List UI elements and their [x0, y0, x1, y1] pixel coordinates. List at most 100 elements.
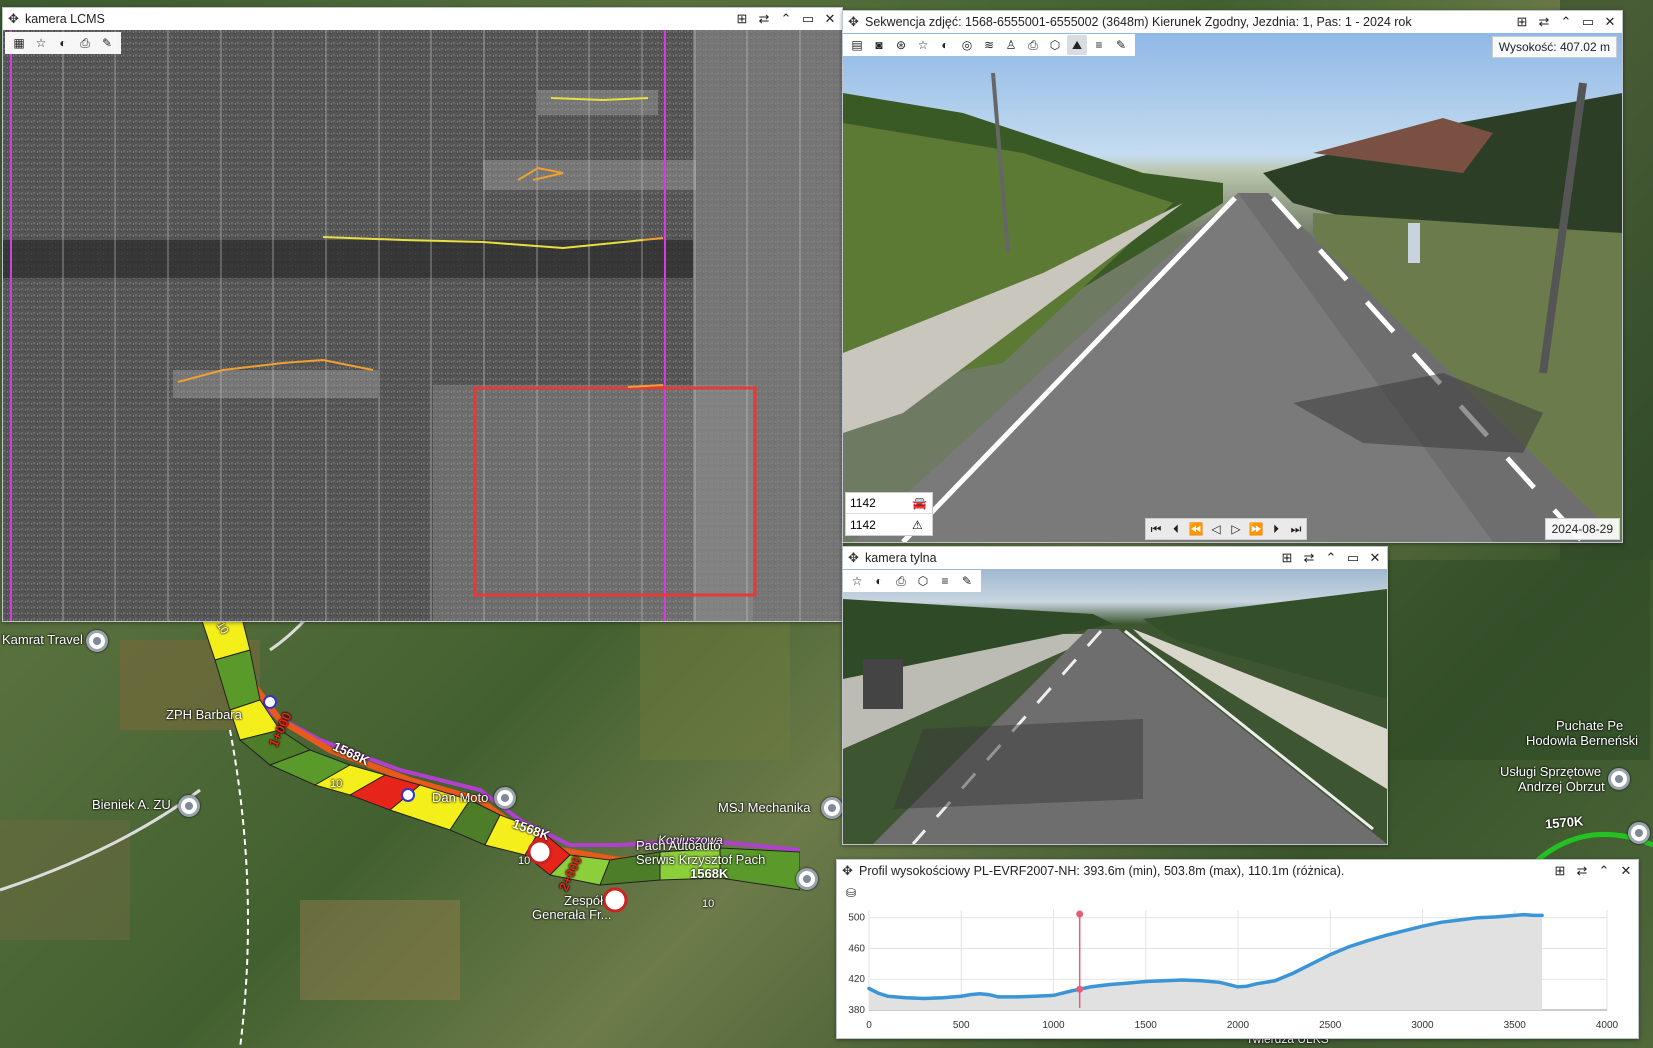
elevation-point — [1227, 983, 1231, 987]
x-tick-label: 3000 — [1411, 1020, 1434, 1031]
collapse-button[interactable]: ⌃ — [1594, 861, 1614, 881]
elevation-point — [941, 996, 945, 1000]
grid-layout-button[interactable]: ⊞ — [1550, 861, 1570, 881]
frame-number-a[interactable]: 1142 — [846, 496, 912, 510]
layers-icon[interactable]: ≋ — [979, 35, 999, 55]
elevation-point — [1144, 979, 1148, 984]
elevation-point — [1245, 984, 1249, 988]
rear-camera-panel: ✥ kamera tylna ⊞ ⇄ ⌃ ▭ ✕ ☆ ◐ ⎙ ⬡ ≡ ✎ — [842, 546, 1388, 845]
elevation-point — [1051, 993, 1056, 997]
elevation-point — [1033, 994, 1037, 998]
sync-button[interactable]: ⇄ — [1572, 861, 1592, 881]
sync-button[interactable]: ⇄ — [754, 9, 774, 29]
compass-icon[interactable]: ⊛ — [891, 35, 911, 55]
elevation-point — [1070, 989, 1074, 993]
lcms-title-bar[interactable]: ✥ kamera LCMS ⊞ ⇄ ⌃ ▭ ✕ — [3, 8, 842, 30]
first-icon[interactable]: ⏮ — [1146, 519, 1166, 539]
database-icon[interactable]: ⛁ — [841, 883, 861, 903]
close-button[interactable]: ✕ — [1365, 548, 1385, 568]
move-handle-icon[interactable]: ✥ — [848, 11, 859, 33]
close-button[interactable]: ✕ — [820, 9, 840, 29]
elevation-point — [1310, 962, 1314, 966]
print-icon[interactable]: ⎙ — [1023, 35, 1043, 55]
collapse-button[interactable]: ⌃ — [1321, 548, 1341, 568]
fast-forward-icon[interactable]: ⏩ — [1246, 519, 1266, 539]
move-handle-icon[interactable]: ✥ — [842, 860, 853, 882]
close-button[interactable]: ✕ — [1600, 12, 1620, 32]
road-icon[interactable]: ≡ — [935, 571, 955, 591]
print-icon[interactable]: ⎙ — [891, 571, 911, 591]
grid-layout-button[interactable]: ⊞ — [732, 9, 752, 29]
sync-button[interactable]: ⇄ — [1534, 12, 1554, 32]
elevation-point — [978, 992, 982, 996]
sync-button[interactable]: ⇄ — [1299, 548, 1319, 568]
profile-chart-icon[interactable]: ⛰ — [1067, 35, 1087, 55]
move-handle-icon[interactable]: ✥ — [848, 547, 859, 569]
profile-toolbar: ⛁ — [837, 882, 1638, 904]
map-pin[interactable] — [796, 868, 818, 890]
map-pin[interactable] — [1628, 822, 1650, 844]
capture-date: 2024-08-29 — [1544, 518, 1620, 540]
last-icon[interactable]: ⏭ — [1286, 519, 1306, 539]
camera-icon[interactable]: ◙ — [869, 35, 889, 55]
cube-icon[interactable]: ⬡ — [1045, 35, 1065, 55]
contrast-icon[interactable]: ◐ — [935, 35, 955, 55]
grid-layout-button[interactable]: ⊞ — [1277, 548, 1297, 568]
elevation-point — [876, 991, 880, 995]
ruler-icon[interactable]: ✎ — [957, 571, 977, 591]
contrast-icon[interactable]: ◐ — [869, 571, 889, 591]
person-icon[interactable]: ♙ — [1001, 35, 1021, 55]
prev-frame-icon[interactable]: ⏴ — [1166, 519, 1186, 539]
y-tick-label: 380 — [848, 1005, 865, 1016]
map-pin[interactable] — [178, 795, 200, 817]
map-pin[interactable] — [86, 630, 108, 652]
lcms-camera-panel: ✥ kamera LCMS ⊞ ⇄ ⌃ ▭ ✕ ▦ ☆ ◐ ⎙ ✎ — [2, 7, 843, 622]
lcms-image[interactable]: ▦ ☆ ◐ ⎙ ✎ — [3, 30, 842, 621]
rear-camera-image[interactable] — [843, 569, 1387, 844]
map-label-zespol: Zespół — [564, 893, 604, 908]
print-icon[interactable]: ⎙ — [75, 33, 95, 53]
grid-icon[interactable]: ▦ — [9, 33, 29, 53]
play-back-icon[interactable]: ◁ — [1206, 519, 1226, 539]
warning-icon[interactable]: ⚠ — [912, 518, 923, 532]
map-pin[interactable] — [1608, 768, 1630, 790]
next-frame-icon[interactable]: ⏵ — [1266, 519, 1286, 539]
road-icon[interactable]: ≡ — [1089, 35, 1109, 55]
cube-icon[interactable]: ⬡ — [913, 571, 933, 591]
elevation-point — [1347, 945, 1351, 949]
playback-controls: ⏮ ⏴ ⏪ ◁ ▷ ⏩ ⏵ ⏭ — [1145, 518, 1307, 540]
star-icon[interactable]: ☆ — [913, 35, 933, 55]
frame-number-b[interactable]: 1142 — [846, 518, 912, 532]
rewind-icon[interactable]: ⏪ — [1186, 519, 1206, 539]
map-pin[interactable] — [821, 797, 843, 819]
grid-layout-button[interactable]: ⊞ — [1512, 12, 1532, 32]
document-icon[interactable]: ▤ — [847, 35, 867, 55]
elevation-point — [1088, 985, 1092, 989]
profile-title-bar[interactable]: ✥ Profil wysokościowy PL-EVRF2007-NH: 39… — [837, 860, 1638, 882]
star-icon[interactable]: ☆ — [31, 33, 51, 53]
rear-title-bar[interactable]: ✥ kamera tylna ⊞ ⇄ ⌃ ▭ ✕ — [843, 547, 1387, 569]
front-camera-image[interactable]: Wysokość: 407.02 m 1142 🚘 1142 ⚠ ⏮ ⏴ ⏪ ◁… — [843, 33, 1622, 542]
collapse-button[interactable]: ⌃ — [1556, 12, 1576, 32]
maximize-button[interactable]: ▭ — [1343, 548, 1363, 568]
front-title-bar[interactable]: ✥ Sekwencja zdjęć: 1568-6555001-6555002 … — [843, 11, 1622, 33]
elevation-point — [922, 996, 926, 1001]
close-button[interactable]: ✕ — [1616, 861, 1636, 881]
elevation-point — [1254, 982, 1259, 986]
collapse-button[interactable]: ⌃ — [776, 9, 796, 29]
play-icon[interactable]: ▷ — [1226, 519, 1246, 539]
move-handle-icon[interactable]: ✥ — [8, 8, 19, 30]
elevation-point — [1384, 933, 1388, 937]
star-icon[interactable]: ☆ — [847, 571, 867, 591]
elevation-point — [1365, 939, 1369, 943]
contrast-icon[interactable]: ◐ — [53, 33, 73, 53]
car-icon[interactable]: 🚘 — [912, 496, 927, 510]
elevation-chart[interactable]: 0 500 1000 1500 2000 2500 3000 3500 4000 380 420 46… — [837, 904, 1638, 1038]
map-pin[interactable] — [494, 787, 516, 809]
ruler-icon[interactable]: ✎ — [97, 33, 117, 53]
target-icon[interactable]: ◎ — [957, 35, 977, 55]
elevation-point — [996, 995, 1000, 999]
ruler-icon[interactable]: ✎ — [1111, 35, 1131, 55]
maximize-button[interactable]: ▭ — [798, 9, 818, 29]
maximize-button[interactable]: ▭ — [1578, 12, 1598, 32]
